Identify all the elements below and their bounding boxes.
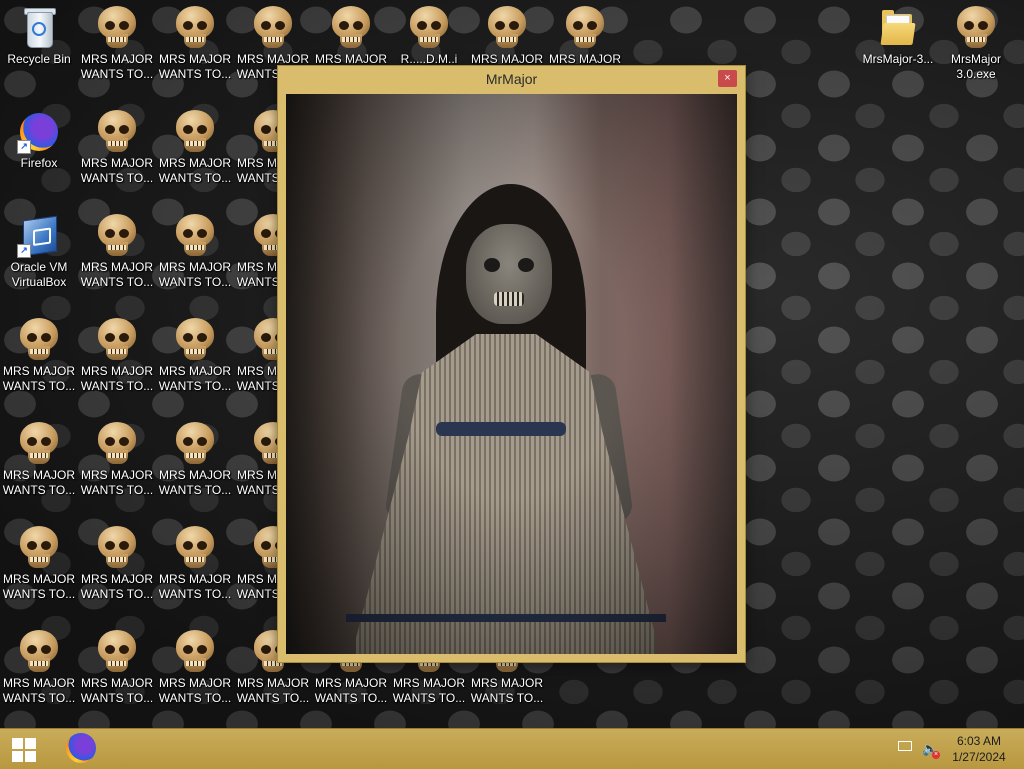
network-icon[interactable] — [898, 741, 914, 755]
skull-file-label: MRS MAJOR WANTS TO... — [80, 156, 154, 185]
skull-icon — [19, 630, 59, 674]
taskbar: 🔈 × 6:03 AM 1/27/2024 — [0, 728, 1024, 769]
recycle-bin-icon — [17, 6, 61, 50]
skull-icon — [19, 318, 59, 362]
skull-file-shortcut[interactable]: MRS MAJOR WANTS TO... — [0, 312, 78, 408]
skull-file-shortcut[interactable]: MRS MAJOR WANTS TO... — [78, 0, 156, 96]
skull-icon — [956, 6, 996, 50]
skull-file-shortcut[interactable]: MRS MAJOR WANTS TO... — [156, 208, 234, 304]
skull-file-label: MRS MAJOR WANTS TO... — [80, 676, 154, 705]
mrsmajor-folder-label: MrsMajor-3... — [862, 52, 934, 66]
skull-icon — [97, 630, 137, 674]
skull-icon — [97, 422, 137, 466]
folder-icon — [876, 6, 920, 50]
clock-date: 1/27/2024 — [952, 750, 1006, 764]
skull-file-shortcut[interactable]: MRS MAJOR WANTS TO... — [78, 208, 156, 304]
taskbar-clock[interactable]: 6:03 AM 1/27/2024 — [944, 733, 1014, 765]
skull-file-label: MRS MAJOR WANTS TO... — [2, 676, 76, 705]
skull-icon — [253, 6, 293, 50]
skull-file-label: MRS MAJOR WANTS TO... — [158, 676, 232, 705]
skull-file-shortcut[interactable]: MRS MAJOR WANTS TO... — [156, 416, 234, 512]
skull-file-label: MRS MAJOR WANTS TO... — [158, 52, 232, 81]
skull-file-label: MRS MAJOR WANTS TO... — [158, 260, 232, 289]
skull-icon — [175, 6, 215, 50]
volume-muted-icon[interactable]: 🔈 × — [922, 741, 940, 759]
firefox-icon — [66, 733, 96, 763]
skull-icon — [565, 6, 605, 50]
skull-file-shortcut[interactable]: MRS MAJOR WANTS TO... — [0, 520, 78, 616]
skull-file-shortcut[interactable]: MRS MAJOR WANTS TO... — [0, 416, 78, 512]
skull-file-shortcut[interactable]: MRS MAJOR WANTS TO... — [156, 312, 234, 408]
recycle-bin-label: Recycle Bin — [7, 52, 71, 66]
skull-file-label: R.....D.M..i — [400, 52, 458, 66]
skull-icon — [175, 630, 215, 674]
skull-file-label: MRS MAJOR WANTS TO... — [158, 468, 232, 497]
skull-file-shortcut[interactable]: MRS MAJOR WANTS TO... — [156, 0, 234, 96]
skull-file-label: MRS MAJOR WANTS TO... — [80, 468, 154, 497]
skull-file-shortcut[interactable]: MRS MAJOR WANTS TO... — [78, 312, 156, 408]
firefox-icon: ↗ — [17, 110, 61, 154]
windows-logo-icon — [12, 738, 23, 749]
start-button[interactable] — [0, 729, 50, 769]
mrmajor-window[interactable]: MrMajor × — [278, 66, 745, 662]
skull-icon — [97, 526, 137, 570]
skull-icon — [97, 110, 137, 154]
skull-icon — [331, 6, 371, 50]
skull-icon — [175, 110, 215, 154]
firefox-shortcut[interactable]: ↗ Firefox — [0, 104, 78, 200]
skull-file-shortcut[interactable]: MRS MAJOR WANTS TO... — [156, 624, 234, 720]
skull-icon — [175, 422, 215, 466]
skull-file-label: MRS MAJOR WANTS TO... — [80, 52, 154, 81]
skull-file-shortcut[interactable]: MRS MAJOR WANTS TO... — [78, 520, 156, 616]
mrsmajor-exe[interactable]: MrsMajor 3.0.exe — [937, 0, 1015, 96]
mrsmajor-folder[interactable]: MrsMajor-3... — [859, 0, 937, 96]
skull-file-label: MRS MAJOR WANTS TO... — [236, 676, 310, 705]
virtualbox-shortcut[interactable]: ↗ Oracle VM VirtualBox — [0, 208, 78, 304]
skull-icon — [19, 422, 59, 466]
skull-icon — [175, 214, 215, 258]
skull-icon — [487, 6, 527, 50]
skull-icon — [97, 318, 137, 362]
skull-icon — [409, 6, 449, 50]
firefox-label: Firefox — [20, 156, 58, 170]
skull-file-shortcut[interactable]: MRS MAJOR WANTS TO... — [0, 624, 78, 720]
recycle-bin-shortcut[interactable]: Recycle Bin — [0, 0, 78, 96]
skull-file-label: MRS MAJOR WANTS TO... — [158, 364, 232, 393]
skull-file-label: MRS MAJOR WANTS TO... — [2, 364, 76, 393]
skull-file-label: MRS MAJOR WANTS TO... — [158, 156, 232, 185]
skull-file-shortcut[interactable]: MRS MAJOR WANTS TO... — [156, 104, 234, 200]
close-button[interactable]: × — [718, 70, 737, 87]
skull-icon — [19, 526, 59, 570]
skull-file-shortcut[interactable]: MRS MAJOR WANTS TO... — [78, 624, 156, 720]
image-vignette — [286, 94, 737, 654]
doll-image — [286, 94, 737, 654]
skull-file-label: MRS MAJOR WANTS TO... — [80, 572, 154, 601]
skull-file-shortcut[interactable]: MRS MAJOR WANTS TO... — [78, 104, 156, 200]
skull-file-label: MRS MAJOR WANTS TO... — [392, 676, 466, 705]
skull-file-shortcut[interactable]: MRS MAJOR WANTS TO... — [78, 416, 156, 512]
virtualbox-icon: ↗ — [17, 214, 61, 258]
skull-icon — [97, 214, 137, 258]
window-title: MrMajor — [485, 71, 538, 87]
skull-file-label: MRS MAJOR WANTS TO... — [2, 572, 76, 601]
clock-time: 6:03 AM — [956, 734, 1002, 748]
skull-icon — [175, 526, 215, 570]
skull-file-label: MRS MAJOR WANTS TO... — [2, 468, 76, 497]
skull-file-label: MRS MAJOR WANTS TO... — [80, 364, 154, 393]
skull-file-label: MRS MAJOR WANTS TO... — [470, 676, 544, 705]
skull-file-label: MRS MAJOR WANTS TO... — [158, 572, 232, 601]
skull-file-shortcut[interactable]: MRS MAJOR WANTS TO... — [156, 520, 234, 616]
skull-file-label: MRS MAJOR WANTS TO... — [314, 676, 388, 705]
mrsmajor-exe-label: MrsMajor 3.0.exe — [951, 52, 1001, 81]
skull-icon — [97, 6, 137, 50]
taskbar-firefox-button[interactable] — [60, 729, 102, 769]
virtualbox-label: Oracle VM VirtualBox — [10, 260, 68, 289]
skull-icon — [175, 318, 215, 362]
skull-file-label: MRS MAJOR WANTS TO... — [80, 260, 154, 289]
window-titlebar[interactable]: MrMajor × — [278, 66, 745, 92]
